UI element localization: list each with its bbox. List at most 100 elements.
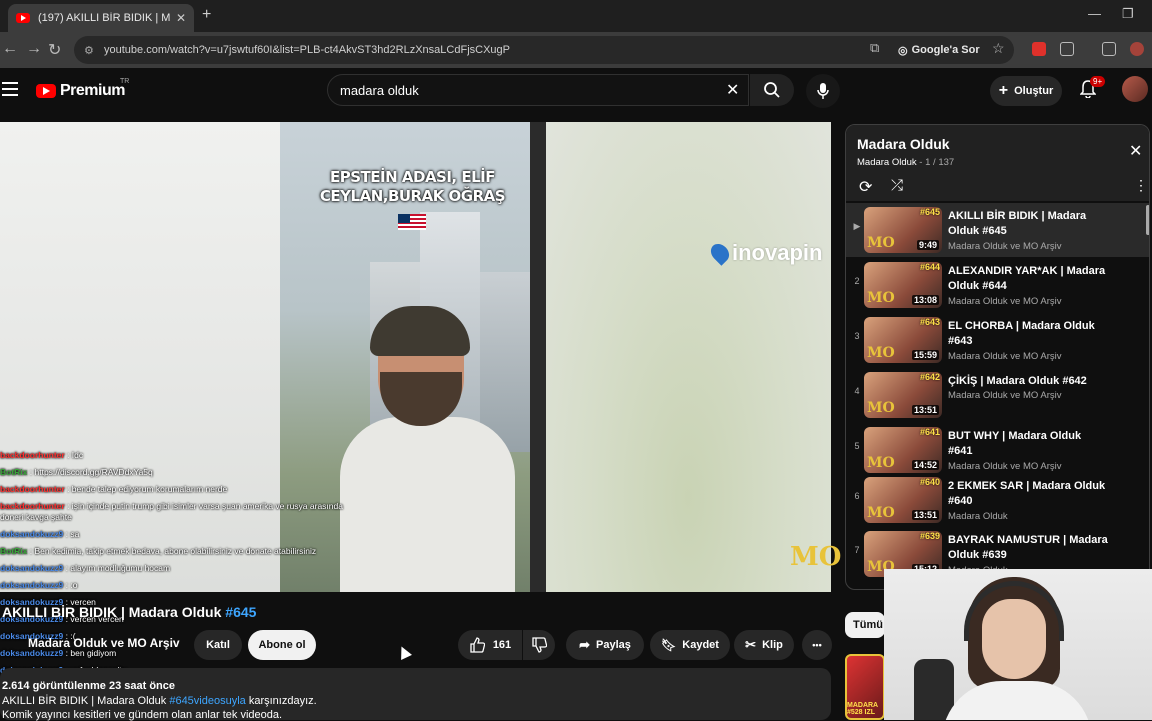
clip-button[interactable]: ✂ Klip [734, 630, 794, 660]
playlist-item-thumbnail[interactable]: MO #644 13:08 [864, 262, 942, 308]
playlist-item-channel: Madara Olduk ve MO Arşiv [948, 351, 1062, 362]
sponsor-logo: inovapin [707, 240, 822, 266]
maximize-icon[interactable]: ❐ [1122, 6, 1134, 22]
playlist-item[interactable]: 4 MO #642 13:51 ÇİKİŞ | Madara Olduk #642 Mad… [846, 368, 1149, 422]
playlist-item[interactable]: 5 MO #641 14:52 BUT WHY | Madara Olduk #641 M… [846, 423, 1149, 477]
chat-username[interactable]: backdoorhunter [0, 484, 65, 494]
channel-logo-icon: MO [867, 455, 895, 471]
reload-icon[interactable]: ↻ [48, 40, 61, 60]
playlist-item[interactable]: ▶ MO #645 9:49 AKILLI BİR BIDIK | Madara Old… [846, 203, 1149, 257]
playlist-item-title: ÇİKİŞ | Madara Olduk #642 [948, 375, 1087, 387]
media-icon[interactable] [1102, 42, 1116, 56]
episode-number: #639 [919, 531, 940, 541]
chat-message: backdoorhunter : işin içinde putin trump… [0, 501, 360, 523]
create-button[interactable]: + Oluştur [990, 76, 1062, 106]
channel-logo-icon: MO [867, 235, 895, 251]
user-avatar[interactable] [1122, 76, 1148, 102]
google-sor-button[interactable]: ◎ Google'a Sor [898, 40, 980, 60]
description-hashtag[interactable]: #645videosuyla [169, 695, 245, 707]
chat-username[interactable]: doksandokuzz9 [0, 563, 63, 573]
chat-message: BotRix : Ben kedimia, takip etmek bedava… [0, 546, 360, 557]
loop-icon[interactable]: ⟳ [859, 177, 872, 197]
playlist-item-title: ALEXANDIR YAR*AK | Madara Olduk #644 [948, 265, 1106, 292]
search-input[interactable]: madara olduk [327, 74, 749, 106]
chat-username[interactable]: BotRix [0, 546, 27, 556]
share-icon: ➦ [579, 637, 591, 652]
like-button[interactable]: 161 [458, 630, 522, 660]
playlist-more-icon[interactable]: ⋮ [1134, 177, 1148, 194]
playlist-channel[interactable]: Madara Olduk [857, 157, 917, 168]
youtube-logo[interactable]: Premium TR [36, 78, 129, 100]
playlist-title[interactable]: Madara Olduk [857, 136, 950, 152]
chat-text: : bende talep ediyorum korumalarım nerde [67, 484, 228, 494]
menu-icon[interactable] [2, 82, 18, 96]
bookmark-star-icon[interactable]: ☆ [992, 40, 1005, 57]
save-button[interactable]: 🔖︎ Kaydet [650, 630, 730, 660]
playlist-item-thumbnail[interactable]: MO #645 9:49 [864, 207, 942, 253]
playlist-item-channel: Madara Olduk ve MO Arşiv [948, 461, 1062, 472]
chat-username[interactable]: doksandokuzz9 [0, 580, 63, 590]
voice-search-button[interactable] [806, 74, 840, 108]
playlist-item-thumbnail[interactable]: MO #640 13:51 [864, 477, 942, 523]
playlist-item-title: EL CHORBA | Madara Olduk #643 [948, 320, 1095, 347]
extensions-puzzle-icon[interactable] [1060, 42, 1074, 56]
playlist-item[interactable]: 3 MO #643 15:59 EL CHORBA | Madara Olduk #64… [846, 313, 1149, 367]
like-count: 161 [492, 639, 512, 651]
save-label: Kaydet [682, 639, 719, 651]
channel-name[interactable]: Madara Olduk ve MO Arşiv [28, 636, 180, 650]
chat-username[interactable]: backdoorhunter [0, 450, 65, 460]
new-tab-icon[interactable]: + [202, 6, 211, 24]
video-title-hashtag[interactable]: #645 [225, 604, 256, 620]
scissors-icon: ✂ [745, 637, 757, 652]
search-button[interactable] [750, 74, 794, 106]
dislike-button[interactable] [523, 630, 555, 660]
chat-text: : https://discord.gg/RAVDdxYa5q [29, 467, 153, 477]
shuffle-icon[interactable]: ⤮ [891, 177, 903, 194]
extension-icon[interactable] [1032, 42, 1046, 56]
playlist-item-index: 5 [854, 441, 860, 451]
channel-logo-icon: MO [867, 345, 895, 361]
filter-chip-all[interactable]: Tümü [845, 612, 885, 638]
streamer-figure [340, 306, 515, 592]
playlist-scrollbar[interactable] [1146, 205, 1149, 235]
notification-count-badge: 9+ [1090, 76, 1106, 87]
browser-tab[interactable]: (197) AKILLI BİR BIDIK | Madara ✕ [8, 4, 194, 32]
chat-message: backdoorhunter : bende talep ediyorum ko… [0, 484, 360, 495]
description-text: AKILLI BİR BIDIK | Madara Olduk [2, 695, 167, 707]
minimize-icon[interactable]: — [1088, 6, 1101, 21]
thumbs-down-icon [532, 637, 547, 653]
profile-avatar[interactable] [1130, 42, 1144, 56]
playlist-item-channel: Madara Olduk [948, 511, 1008, 522]
forward-icon[interactable]: → [26, 40, 42, 58]
recommended-video-thumbnail[interactable]: MADARA #528 IZL [845, 654, 885, 720]
chat-text: : alayım modluğumu hocam [65, 563, 171, 573]
chat-message: doksandokuzz9 : sa [0, 529, 360, 540]
site-info-icon[interactable]: ⚙ [84, 44, 96, 57]
playlist-item-index: 6 [854, 491, 860, 501]
close-tab-icon[interactable]: ✕ [176, 11, 186, 25]
clear-search-icon[interactable]: ✕ [726, 80, 739, 100]
playlist-item-thumbnail[interactable]: MO #642 13:51 [864, 372, 942, 418]
subscribe-button[interactable]: Abone ol [248, 630, 316, 660]
chat-username[interactable]: backdoorhunter [0, 501, 65, 511]
playlist-item-thumbnail[interactable]: MO #641 14:52 [864, 427, 942, 473]
microphone-icon [817, 83, 829, 99]
close-playlist-icon[interactable]: ✕ [1129, 141, 1142, 161]
more-actions-button[interactable]: ••• [802, 630, 832, 660]
channel-logo-icon: MO [867, 505, 895, 521]
back-icon[interactable]: ← [2, 40, 18, 58]
playlist-item[interactable]: 6 MO #640 13:51 2 EKMEK SAR | Madara Olduk #… [846, 473, 1149, 527]
chat-message: backdoorhunter : Idc [0, 450, 360, 461]
cast-icon[interactable]: ⧉ [870, 40, 879, 56]
logo-country: TR [120, 78, 130, 85]
browser-tab-bar: (197) AKILLI BİR BIDIK | Madara ✕ + — ❐ [0, 0, 1152, 32]
join-button[interactable]: Katıl [194, 630, 242, 660]
thumbs-up-icon [470, 637, 485, 653]
video-caption: EPSTEİN ADASI, ELİF CEYLAN,BURAK OĞRAŞ [319, 168, 506, 205]
channel-watermark: MO [790, 542, 842, 572]
playlist-item[interactable]: 2 MO #644 13:08 ALEXANDIR YAR*AK | Madara Ol… [846, 258, 1149, 312]
chat-username[interactable]: BotRix [0, 467, 27, 477]
chat-username[interactable]: doksandokuzz9 [0, 529, 63, 539]
share-button[interactable]: ➦ Paylaş [566, 630, 644, 660]
playlist-item-thumbnail[interactable]: MO #643 15:59 [864, 317, 942, 363]
